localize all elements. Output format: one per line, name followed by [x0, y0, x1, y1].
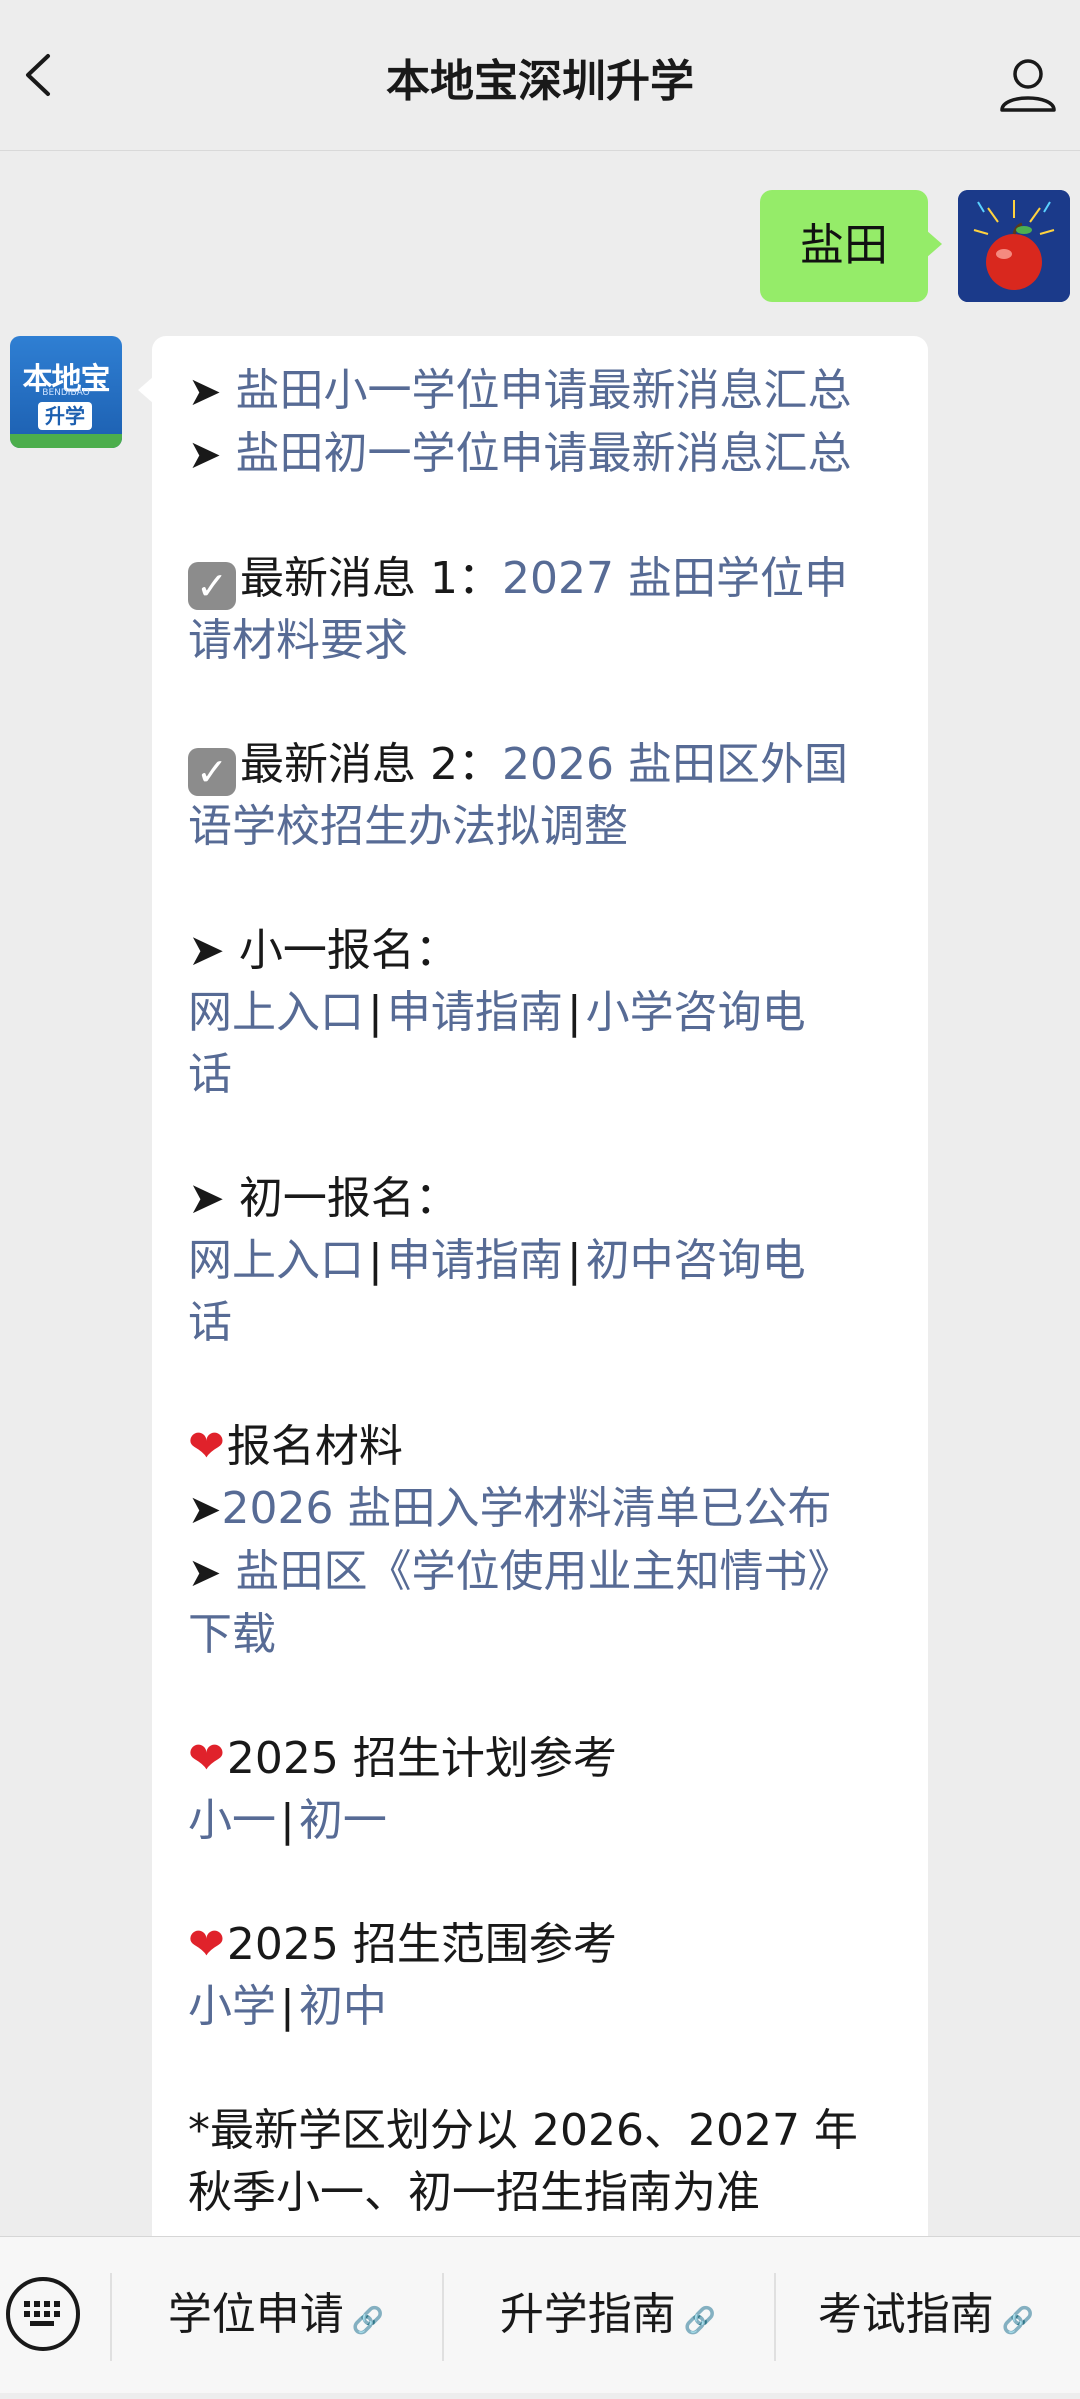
menu-item-exam-guide[interactable]: 考试指南 🔗 — [776, 2237, 1076, 2393]
link-primary-online[interactable]: 网上入口 — [188, 987, 364, 1038]
keyboard-icon[interactable] — [6, 2277, 80, 2351]
note-line-2: 秋季小一、初一招生指南为准 — [188, 2167, 760, 2218]
materials-title: 报名材料 — [226, 1421, 403, 1472]
link-junior-phone[interactable]: 初中咨询电 — [586, 1235, 806, 1286]
bot-avatar[interactable]: 本地宝 BENDIBAO 升学 — [10, 336, 122, 448]
menu-item-label: 升学指南 — [499, 2289, 676, 2340]
separator: | — [566, 987, 582, 1038]
outgoing-message-bubble[interactable]: 盐田 — [760, 190, 942, 302]
link-scope-primary[interactable]: 小学 — [188, 1981, 276, 2032]
my-avatar[interactable] — [958, 190, 1070, 302]
news2-label: 最新消息 2： — [240, 739, 502, 790]
page-title: 本地宝深圳升学 — [386, 56, 694, 107]
menu-item-label: 考试指南 — [817, 2289, 994, 2340]
note-line-1: *最新学区划分以 2026、2027 年 — [188, 2105, 858, 2156]
link-scope-junior[interactable]: 初中 — [299, 1981, 387, 2032]
apple-fireworks-icon — [958, 190, 1070, 302]
plan-title: 2025 招生计划参考 — [226, 1733, 617, 1784]
primary-enroll-title: ➤ 小一报名： — [188, 925, 459, 976]
link-primary-phone-cont[interactable]: 话 — [188, 1049, 232, 1100]
arrow-icon: ➤ — [188, 432, 222, 478]
arrow-icon: ➤ — [188, 1550, 222, 1596]
arrow-icon: ➤ — [188, 1487, 222, 1533]
link-plan-junior[interactable]: 初一 — [299, 1795, 387, 1846]
top-bar: 本地宝深圳升学 — [0, 0, 1080, 151]
link-news2-cont[interactable]: 语学校招生办法拟调整 — [188, 801, 628, 852]
scope-title: 2025 招生范围参考 — [226, 1919, 617, 1970]
check-box-icon: ✓ — [188, 748, 236, 796]
link-primary-phone[interactable]: 小学咨询电 — [586, 987, 806, 1038]
heart-icon: ❤ — [188, 1919, 225, 1970]
junior-enroll-title: ➤ 初一报名： — [188, 1173, 459, 1224]
separator: | — [280, 1981, 295, 2032]
link-primary-guide[interactable]: 申请指南 — [387, 987, 563, 1038]
bottom-menu-bar: 学位申请 🔗 升学指南 🔗 考试指南 🔗 — [0, 2236, 1080, 2393]
check-box-icon: ✓ — [188, 562, 236, 610]
bot-logo-sub: BENDIBAO — [42, 388, 90, 398]
bot-logo-tag: 升学 — [38, 402, 92, 430]
link-materials-list[interactable]: 2026 盐田入学材料清单已公布 — [222, 1483, 832, 1534]
arrow-icon: ➤ — [188, 369, 222, 415]
bot-logo-grass — [10, 434, 122, 448]
news1-label: 最新消息 1： — [240, 553, 502, 604]
link-icon: 🔗 — [1001, 2306, 1035, 2336]
link-icon: 🔗 — [683, 2306, 717, 2336]
link-icon: 🔗 — [351, 2306, 385, 2336]
menu-item-label: 学位申请 — [167, 2289, 344, 2340]
heart-icon: ❤ — [188, 1421, 225, 1472]
separator: | — [368, 987, 383, 1038]
link-primary-news-summary[interactable]: 盐田小一学位申请最新消息汇总 — [236, 365, 852, 416]
separator: | — [566, 1235, 582, 1286]
link-news1-cont[interactable]: 请材料要求 — [188, 615, 408, 666]
menu-item-degree-application[interactable]: 学位申请 🔗 — [112, 2237, 440, 2393]
separator: | — [368, 1235, 383, 1286]
heart-icon: ❤ — [188, 1733, 225, 1784]
link-owner-consent-download[interactable]: 下载 — [188, 1609, 276, 1660]
menu-item-admission-guide[interactable]: 升学指南 🔗 — [444, 2237, 772, 2393]
incoming-message-bubble: ➤ 盐田小一学位申请最新消息汇总 ➤ 盐田初一学位申请最新消息汇总 ✓ 最新消息 … — [138, 336, 928, 2266]
link-junior-guide[interactable]: 申请指南 — [387, 1235, 563, 1286]
link-plan-primary[interactable]: 小一 — [188, 1795, 276, 1846]
link-owner-consent[interactable]: 盐田区《学位使用业主知情书》 — [236, 1546, 852, 1597]
separator: | — [280, 1795, 295, 1846]
link-news1[interactable]: 2027 盐田学位申 — [502, 553, 848, 604]
link-news2[interactable]: 2026 盐田区外国 — [502, 739, 848, 790]
link-junior-news-summary[interactable]: 盐田初一学位申请最新消息汇总 — [236, 428, 852, 479]
user-profile-icon[interactable] — [996, 52, 1060, 116]
link-junior-online[interactable]: 网上入口 — [188, 1235, 364, 1286]
link-junior-phone-cont[interactable]: 话 — [188, 1297, 232, 1348]
